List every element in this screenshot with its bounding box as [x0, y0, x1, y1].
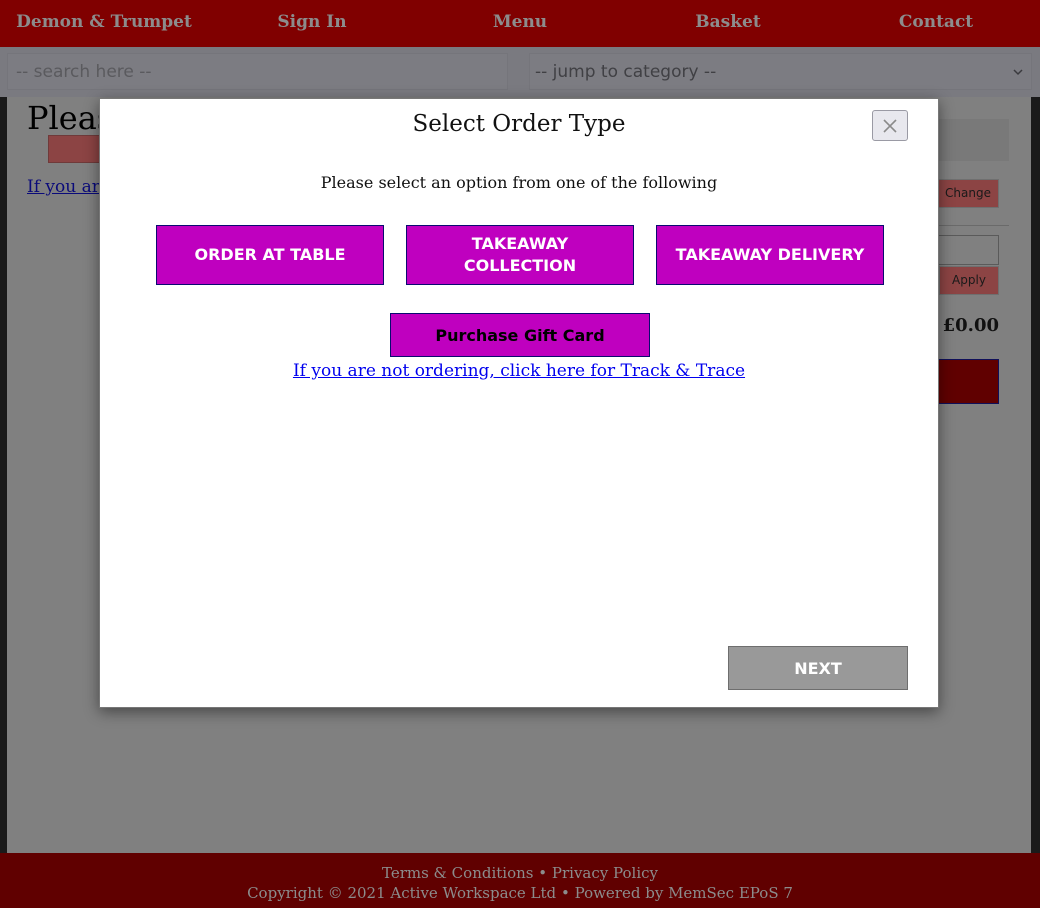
footer-separator: •	[560, 884, 570, 902]
nav-home-demon-trumpet[interactable]: Demon & Trumpet	[0, 0, 208, 47]
nav-contact[interactable]: Contact	[832, 0, 1040, 47]
terms-link[interactable]: Terms & Conditions	[382, 864, 533, 882]
page-track-link[interactable]: If you ar	[27, 177, 100, 197]
purchase-gift-card-label: Purchase Gift Card	[435, 325, 605, 345]
footer-separator: •	[538, 864, 548, 882]
change-button[interactable]: Change	[937, 179, 999, 208]
nav-menu[interactable]: Menu	[416, 0, 624, 47]
modal-title: Select Order Type	[412, 111, 626, 137]
top-nav: Demon & Trumpet Sign In Menu Basket Cont…	[0, 0, 1040, 47]
basket-panel	[937, 119, 1009, 161]
close-icon	[883, 118, 897, 133]
takeaway-delivery-label: TAKEAWAY DELIVERY	[675, 245, 865, 264]
search-input[interactable]	[7, 53, 508, 90]
purchase-gift-card-button[interactable]: Purchase Gift Card	[390, 313, 650, 357]
search-band: -- jump to category --	[0, 47, 1040, 97]
copyright-text: Copyright © 2021 Active Workspace Ltd	[247, 884, 557, 902]
takeaway-collection-button[interactable]: TAKEAWAY COLLECTION	[406, 225, 634, 285]
modal-close-button[interactable]	[872, 110, 908, 141]
takeaway-collection-label: TAKEAWAY COLLECTION	[463, 234, 577, 275]
nav-basket[interactable]: Basket	[624, 0, 832, 47]
powered-by-text: Powered by MemSec EPoS 7	[574, 884, 793, 902]
takeaway-delivery-button[interactable]: TAKEAWAY DELIVERY	[656, 225, 884, 285]
footer: Terms & Conditions • Privacy Policy Copy…	[0, 853, 1040, 908]
chevron-down-icon	[1013, 68, 1023, 75]
basket-total: £0.00	[942, 315, 999, 336]
nav-sign-in[interactable]: Sign In	[208, 0, 416, 47]
modal-subtitle: Please select an option from one of the …	[320, 173, 718, 192]
privacy-link[interactable]: Privacy Policy	[552, 864, 658, 882]
next-button[interactable]: NEXT	[728, 646, 908, 690]
next-label: NEXT	[794, 658, 842, 678]
track-and-trace-link[interactable]: If you are not ordering, click here for …	[100, 361, 938, 381]
category-select[interactable]: -- jump to category --	[529, 53, 1032, 90]
divider	[937, 225, 1009, 226]
apply-button[interactable]: Apply	[939, 266, 999, 295]
voucher-input[interactable]	[937, 235, 999, 265]
checkout-button[interactable]	[937, 359, 999, 404]
category-select-value: -- jump to category --	[535, 61, 717, 82]
order-at-table-label: ORDER AT TABLE	[194, 245, 346, 264]
order-at-table-button[interactable]: ORDER AT TABLE	[156, 225, 384, 285]
order-type-modal: Select Order Type Please select an optio…	[99, 98, 939, 708]
